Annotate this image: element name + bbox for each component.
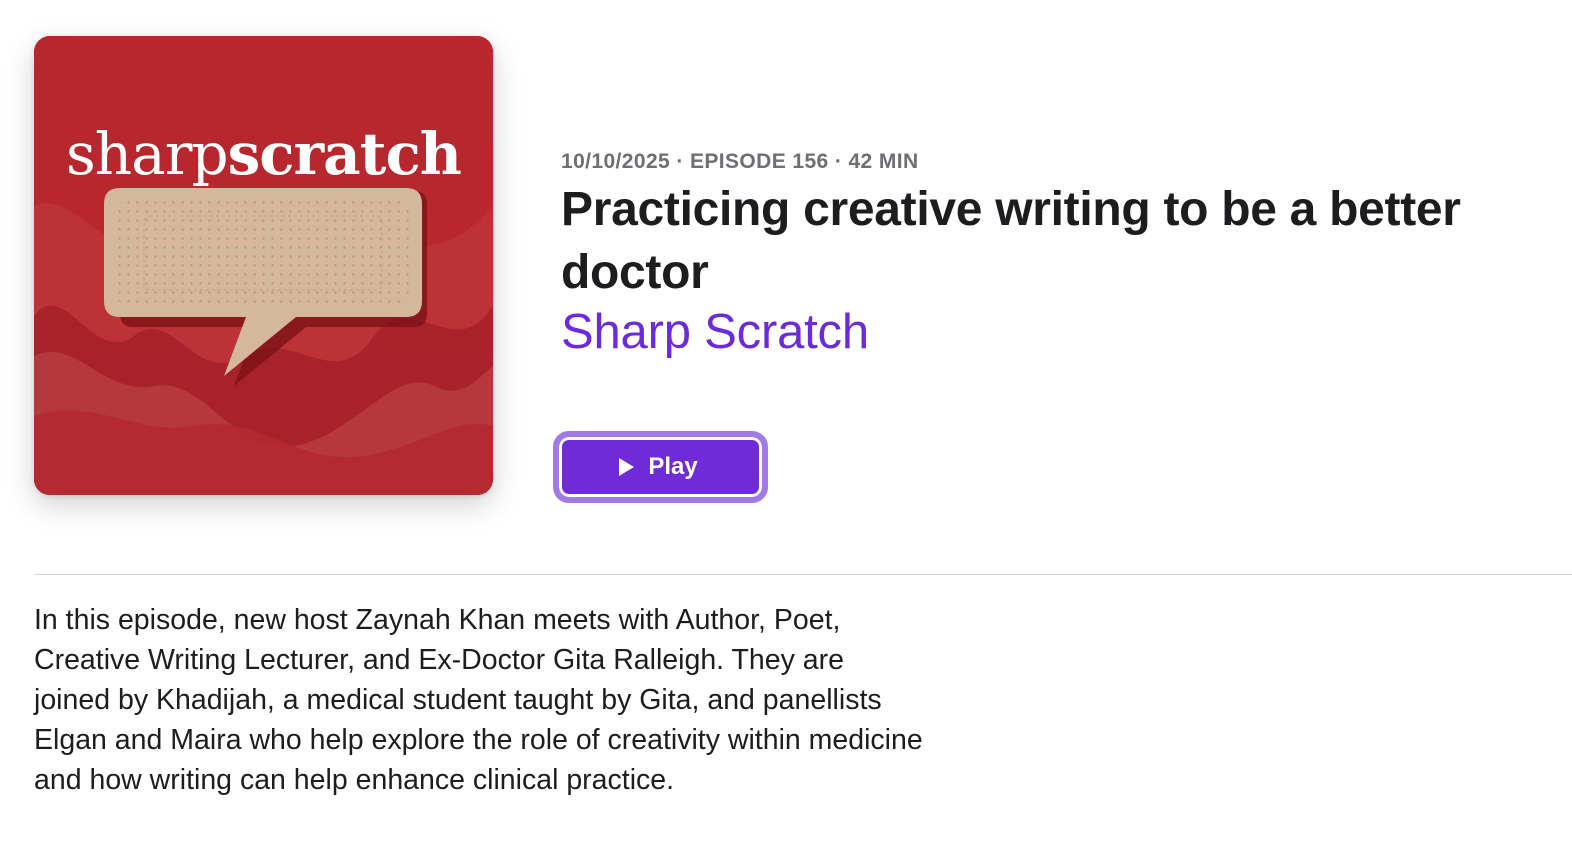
divider <box>34 574 1572 575</box>
logo-scratch: scratch <box>227 120 462 188</box>
artwork-logo: sharpscratch <box>34 124 493 184</box>
artwork-graphic <box>34 36 493 495</box>
play-button-label: Play <box>648 453 698 480</box>
show-link[interactable]: Sharp Scratch <box>561 302 869 362</box>
logo-sharp: sharp <box>66 120 229 188</box>
episode-page: sharpscratch 10/10/2025 · EPISODE 156 · … <box>0 0 1572 862</box>
episode-description: In this episode, new host Zaynah Khan me… <box>34 604 923 796</box>
podcast-artwork[interactable]: sharpscratch <box>34 36 493 495</box>
episode-title: Practicing creative writing to be a bett… <box>561 183 1461 299</box>
play-button[interactable]: Play <box>553 431 768 503</box>
play-icon <box>619 458 635 476</box>
episode-meta: 10/10/2025 · EPISODE 156 · 42 MIN <box>561 150 919 173</box>
